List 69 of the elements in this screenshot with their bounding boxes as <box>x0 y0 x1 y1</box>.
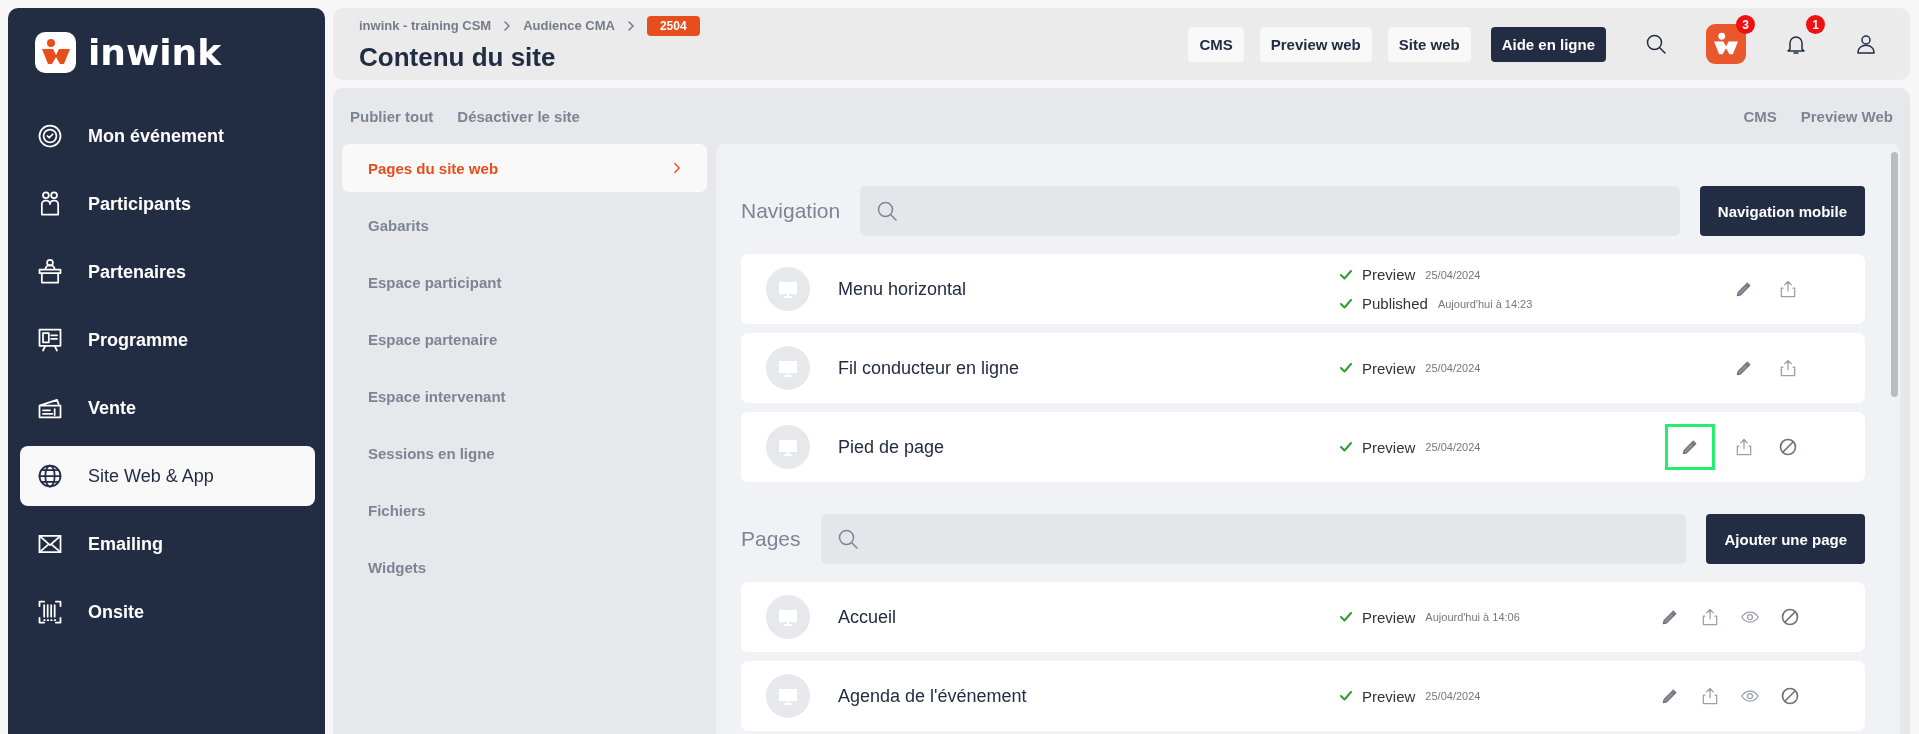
share-icon[interactable] <box>1778 358 1798 378</box>
share-icon[interactable] <box>1778 279 1798 299</box>
header-button[interactable]: Site web <box>1387 26 1471 62</box>
search-icon[interactable] <box>1644 32 1668 56</box>
status-label: Preview <box>1362 687 1416 705</box>
row-title: Agenda de l'événement <box>838 685 1028 707</box>
row-title: Menu horizontal <box>838 278 968 300</box>
header-button[interactable]: Aide en ligne <box>1490 26 1606 62</box>
presentation-icon <box>36 326 64 354</box>
search-field[interactable] <box>860 186 1680 236</box>
status-label: Preview <box>1362 608 1416 626</box>
status-date: Aujourd'hui à 14:06 <box>1425 611 1520 623</box>
header-button[interactable]: Preview web <box>1259 26 1372 62</box>
page-title: Contenu du site <box>359 41 557 73</box>
header-button[interactable]: CMS <box>1188 26 1244 62</box>
row-title: Fil conducteur en ligne <box>838 357 1021 379</box>
monitor-icon <box>766 674 810 718</box>
sidebar-item[interactable]: Emailing <box>20 514 315 574</box>
status-label: Published <box>1362 295 1428 312</box>
disable-icon[interactable] <box>1780 607 1800 627</box>
status-date: 25/04/2024 <box>1425 441 1481 453</box>
row-title: Accueil <box>838 606 898 628</box>
sidebar-item[interactable]: Mon événement <box>20 106 315 166</box>
row-title: Pied de page <box>838 436 946 458</box>
section-button[interactable]: Ajouter une page <box>1706 514 1865 564</box>
monitor-icon <box>766 595 810 639</box>
section-title: Navigation <box>741 199 841 223</box>
search-field[interactable] <box>820 514 1687 564</box>
sidebar-item[interactable]: Onsite <box>20 582 315 642</box>
settings-icon <box>36 122 64 150</box>
breadcrumb-link[interactable]: Audience CMA <box>523 18 615 33</box>
section-button[interactable]: Navigation mobile <box>1699 186 1865 236</box>
breadcrumb-link[interactable]: inwink - training CSM <box>359 18 492 33</box>
sidebar-item[interactable]: Site Web & App <box>20 446 315 506</box>
status-date: 25/04/2024 <box>1425 690 1481 702</box>
disable-icon[interactable] <box>1778 437 1798 457</box>
disable-icon[interactable] <box>1780 686 1800 706</box>
status-label: Preview <box>1362 266 1416 283</box>
globe-icon <box>36 462 64 490</box>
chevron-icon <box>626 20 635 31</box>
share-icon[interactable] <box>1700 607 1720 627</box>
sidebar-item[interactable]: Partenaires <box>20 242 315 302</box>
sidebar-item[interactable]: Vente <box>20 378 315 438</box>
user-icon[interactable] <box>1854 32 1878 56</box>
status-label: Preview <box>1362 359 1416 377</box>
monitor-icon <box>766 425 810 469</box>
count-badge: 3 <box>1736 15 1755 34</box>
chevron-icon <box>673 162 681 174</box>
scrollbar[interactable] <box>1891 152 1898 397</box>
sidebar-item[interactable]: Participants <box>20 174 315 234</box>
status-date: Aujourd'hui à 14:23 <box>1437 297 1533 310</box>
share-icon[interactable] <box>1700 686 1720 706</box>
podium-icon <box>36 258 64 286</box>
barcode-icon <box>36 598 64 626</box>
monitor-icon <box>766 267 810 311</box>
status-date: 25/04/2024 <box>1425 362 1481 374</box>
chevron-icon <box>503 20 512 31</box>
monitor-icon <box>766 346 810 390</box>
logo-icon <box>35 31 76 73</box>
nav-item[interactable]: Pages du site web <box>342 144 707 192</box>
section-title: Pages <box>741 527 801 551</box>
status-label: Preview <box>1362 438 1416 456</box>
sidebar-item[interactable]: Programme <box>20 310 315 370</box>
count-badge: 1 <box>1806 15 1825 34</box>
status-date: 25/04/2024 <box>1425 268 1481 281</box>
share-icon[interactable] <box>1734 437 1754 457</box>
logo-text: inwink <box>88 31 222 73</box>
search-icon <box>875 199 900 223</box>
event-badge: 2504 <box>646 15 700 36</box>
